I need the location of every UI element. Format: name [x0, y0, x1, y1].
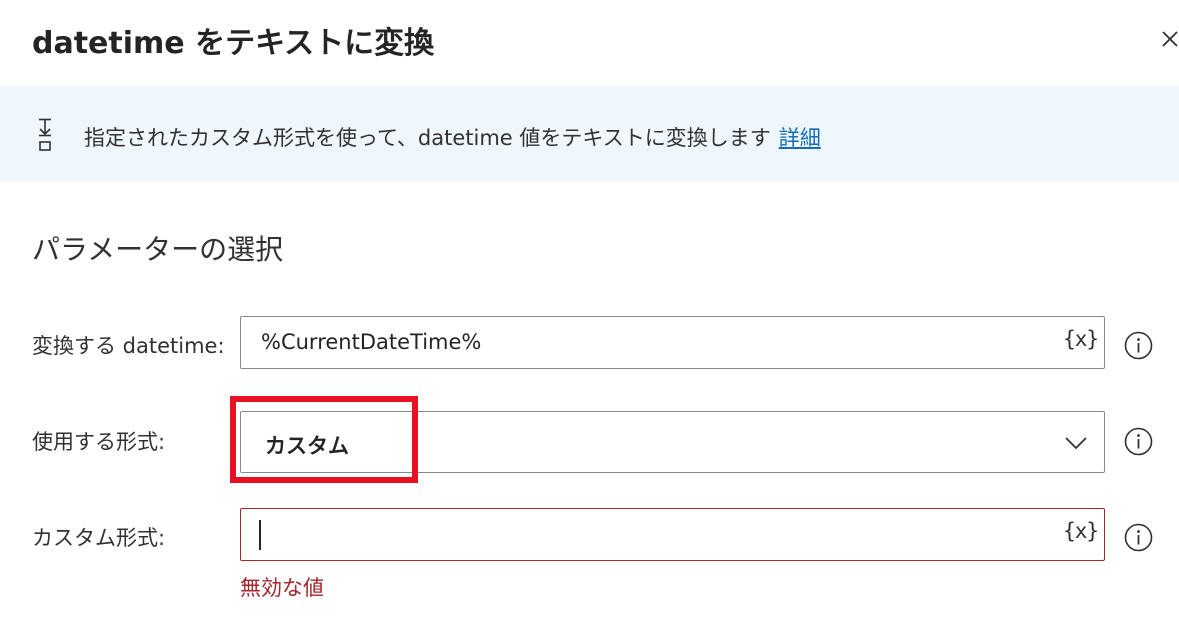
custom-format-variable-button[interactable]: {x}: [1063, 519, 1099, 543]
info-banner: 指定されたカスタム形式を使って、datetime 値をテキストに変換します 詳細: [0, 86, 1179, 182]
banner-text: 指定されたカスタム形式を使って、datetime 値をテキストに変換します 詳細: [84, 122, 821, 152]
format-dropdown[interactable]: カスタム: [240, 411, 1105, 473]
format-label: 使用する形式:: [32, 430, 166, 454]
custom-format-info-button[interactable]: [1124, 523, 1153, 552]
section-title: パラメーターの選択: [32, 233, 284, 266]
text-caret: [259, 520, 261, 550]
close-button[interactable]: [1158, 26, 1179, 50]
datetime-variable-button[interactable]: {x}: [1063, 327, 1099, 351]
format-dropdown-value: カスタム: [265, 434, 349, 458]
close-icon: [1162, 31, 1178, 47]
info-icon: [1124, 523, 1153, 552]
format-info-button[interactable]: [1124, 427, 1153, 456]
convert-action-icon: [39, 118, 51, 151]
chevron-down-icon: [1065, 437, 1087, 450]
custom-format-label: カスタム形式:: [32, 526, 166, 550]
datetime-info-button[interactable]: [1124, 331, 1153, 360]
banner-description: 指定されたカスタム形式を使って、datetime 値をテキストに変換します: [84, 126, 771, 150]
details-link[interactable]: 詳細: [779, 126, 821, 150]
datetime-label: 変換する datetime:: [32, 334, 225, 358]
datetime-input[interactable]: %CurrentDateTime% {x}: [240, 316, 1105, 369]
custom-format-input[interactable]: {x}: [240, 508, 1105, 561]
dialog-title: datetime をテキストに変換: [32, 26, 435, 61]
info-icon: [1124, 331, 1153, 360]
info-icon: [1124, 427, 1153, 456]
datetime-input-value: %CurrentDateTime%: [261, 330, 482, 354]
custom-format-error: 無効な値: [240, 576, 324, 600]
